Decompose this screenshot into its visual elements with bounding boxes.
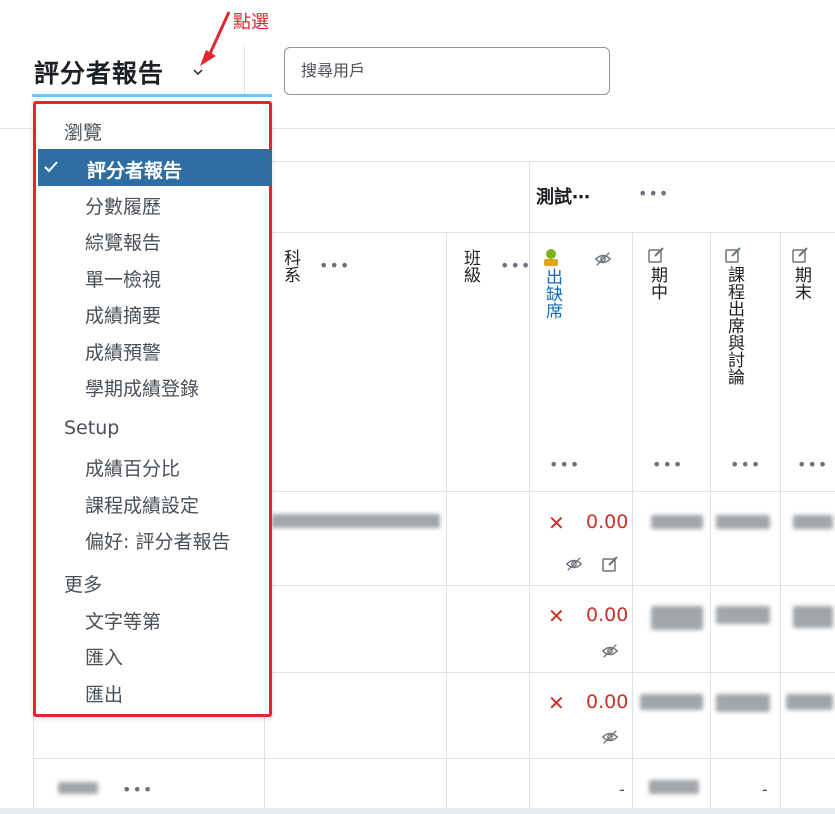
attendance-score[interactable]: 0.00 bbox=[586, 691, 628, 713]
menu-item-overview-report[interactable]: 綜覽報告 bbox=[85, 228, 161, 255]
eye-slash-icon[interactable] bbox=[601, 642, 619, 660]
edit-icon[interactable] bbox=[724, 246, 742, 264]
menu-item-semester-grade-entry[interactable]: 學期成績登錄 bbox=[85, 374, 199, 401]
blurred-participation-value bbox=[716, 515, 770, 529]
blurred-student-name bbox=[58, 782, 98, 794]
menu-item-single-view[interactable]: 單一檢視 bbox=[85, 265, 161, 292]
blurred-participation-value bbox=[716, 694, 770, 712]
column-header-final[interactable]: 期末 bbox=[791, 266, 811, 300]
attendance-score[interactable]: 0.00 bbox=[586, 511, 628, 533]
column-header-attendance[interactable]: 出缺席 bbox=[542, 268, 562, 319]
grid-row-rule bbox=[33, 758, 835, 759]
blurred-final-value bbox=[786, 694, 833, 710]
chevron-down-icon[interactable] bbox=[192, 66, 204, 78]
category-more-icon[interactable]: ••• bbox=[638, 184, 669, 203]
report-title[interactable]: 評分者報告 bbox=[34, 54, 164, 90]
horizontal-scrollbar[interactable] bbox=[0, 808, 835, 814]
grid-col-rule bbox=[446, 232, 447, 808]
blurred-midterm-value bbox=[651, 606, 703, 630]
annotation-label: 點選 bbox=[233, 12, 269, 33]
eye-slash-icon[interactable] bbox=[594, 250, 612, 268]
edit-icon[interactable] bbox=[647, 246, 665, 264]
eye-slash-icon[interactable] bbox=[565, 555, 583, 573]
absent-icon: ✕ bbox=[548, 691, 565, 715]
column-more-icon[interactable]: ••• bbox=[500, 256, 531, 275]
column-more-icon[interactable]: ••• bbox=[319, 256, 350, 275]
menu-item-grade-percentage[interactable]: 成績百分比 bbox=[85, 454, 180, 481]
menu-group-browse: 瀏覽 bbox=[64, 122, 103, 144]
column-header-midterm[interactable]: 期中 bbox=[647, 266, 667, 300]
report-title-underline bbox=[32, 94, 272, 97]
column-header-dept[interactable]: 科系 bbox=[280, 249, 300, 283]
column-more-icon[interactable]: ••• bbox=[652, 455, 683, 474]
menu-item-letters[interactable]: 文字等第 bbox=[85, 607, 161, 634]
menu-item-preferences[interactable]: 偏好: 評分者報告 bbox=[85, 527, 230, 554]
menu-item-grader-report[interactable]: 評分者報告 bbox=[38, 149, 271, 186]
blurred-dept-value bbox=[272, 514, 440, 528]
grid-col-rule bbox=[710, 232, 711, 808]
header-divider bbox=[244, 46, 245, 94]
column-more-icon[interactable]: ••• bbox=[730, 455, 761, 474]
eye-slash-icon[interactable] bbox=[601, 728, 619, 746]
row-more-icon[interactable]: ••• bbox=[122, 780, 153, 799]
menu-item-grade-history[interactable]: 分數履歷 bbox=[85, 192, 161, 219]
blurred-final-value bbox=[793, 606, 833, 628]
menu-item-label: 評分者報告 bbox=[87, 160, 183, 182]
column-header-participation[interactable]: 課程出席與討論 bbox=[724, 266, 744, 385]
annotation-arrow bbox=[200, 11, 231, 66]
attendance-score[interactable]: 0.00 bbox=[586, 604, 628, 626]
absent-icon: ✕ bbox=[548, 604, 565, 628]
column-more-icon[interactable]: ••• bbox=[549, 455, 580, 474]
menu-item-course-grade-setup[interactable]: 課程成績設定 bbox=[85, 491, 199, 518]
blurred-midterm-value bbox=[640, 694, 703, 710]
column-header-class[interactable]: 班級 bbox=[460, 249, 480, 283]
menu-item-export[interactable]: 匯出 bbox=[85, 680, 123, 707]
blurred-participation-value bbox=[716, 606, 770, 624]
menu-item-import[interactable]: 匯入 bbox=[85, 643, 123, 670]
grid-col-rule bbox=[780, 232, 781, 808]
attendance-module-icon bbox=[544, 249, 558, 266]
attendance-empty: - bbox=[619, 780, 625, 799]
menu-item-grade-summary[interactable]: 成績摘要 bbox=[85, 301, 161, 328]
report-selector-dropdown: 瀏覽 評分者報告 分數履歷 綜覽報告 單一檢視 成績摘要 成績預警 學期成績登錄… bbox=[33, 101, 272, 717]
edit-icon[interactable] bbox=[601, 555, 619, 573]
edit-icon[interactable] bbox=[791, 246, 809, 264]
search-users-input[interactable]: 搜尋用戶 bbox=[284, 47, 610, 95]
participation-empty: - bbox=[762, 780, 768, 799]
category-header[interactable]: 測試⋯ bbox=[536, 183, 590, 209]
menu-group-more: 更多 bbox=[64, 574, 103, 596]
blurred-midterm-value bbox=[651, 515, 703, 529]
grid-col-rule bbox=[632, 232, 633, 808]
menu-item-grade-alert[interactable]: 成績預警 bbox=[85, 338, 161, 365]
blurred-midterm-value bbox=[649, 780, 699, 794]
menu-group-setup: Setup bbox=[64, 417, 120, 439]
absent-icon: ✕ bbox=[548, 511, 565, 535]
blurred-final-value bbox=[793, 515, 833, 529]
check-icon bbox=[44, 161, 58, 173]
column-more-icon[interactable]: ••• bbox=[797, 455, 828, 474]
